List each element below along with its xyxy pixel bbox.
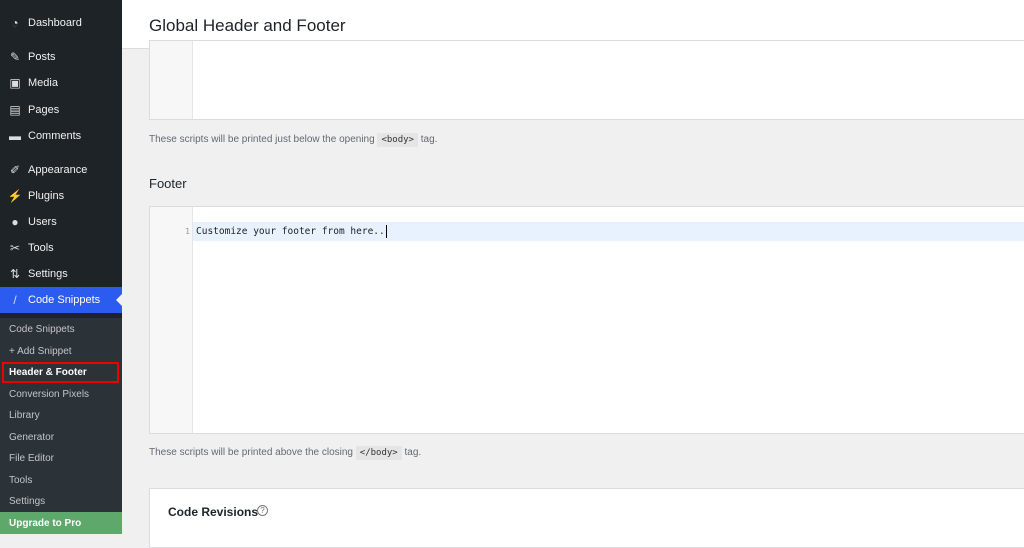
pin-icon: ✎ (9, 50, 21, 64)
sidebar-item-posts[interactable]: ✎ Posts (0, 44, 122, 70)
media-icon: ▣ (9, 76, 21, 90)
sidebar-item-label: Dashboard (28, 17, 82, 29)
body-scripts-note: These scripts will be printed just below… (149, 133, 438, 147)
sidebar-item-label: Tools (28, 242, 54, 254)
footer-heading: Footer (149, 176, 187, 191)
page-title: Global Header and Footer (149, 16, 346, 35)
submenu-item-settings[interactable]: Settings (0, 491, 122, 512)
submenu-item-tools[interactable]: Tools (0, 470, 122, 491)
sidebar-item-appearance[interactable]: ✐ Appearance (0, 157, 122, 183)
sidebar-item-code-snippets[interactable]: / Code Snippets (0, 287, 122, 313)
help-icon[interactable]: ? (257, 505, 268, 516)
sidebar-item-tools[interactable]: ✂ Tools (0, 235, 122, 261)
sidebar-item-label: Media (28, 77, 58, 89)
admin-sidebar: ◔ Dashboard ✎ Posts ▣ Media ▤ Pages ▬ Comments ✐ Ap… (0, 0, 122, 534)
submenu-item-conversion-pixels[interactable]: Conversion Pixels (0, 384, 122, 405)
user-icon: ● (11, 215, 19, 229)
sidebar-item-media[interactable]: ▣ Media (0, 70, 122, 96)
wrench-icon: ✂ (9, 241, 21, 255)
submenu-item-file-editor[interactable]: File Editor (0, 448, 122, 469)
sidebar-item-label: Users (28, 216, 57, 228)
body-scripts-editor[interactable] (149, 40, 1024, 120)
sidebar-item-label: Appearance (28, 164, 88, 176)
line-gutter (150, 41, 193, 119)
sidebar-item-label: Posts (28, 51, 56, 63)
code-revisions-title: Code Revisions (168, 505, 259, 519)
submenu-item-header-footer[interactable]: Header & Footer (2, 362, 119, 383)
sidebar-item-users[interactable]: ● Users (0, 209, 122, 235)
text-cursor (385, 225, 387, 238)
submenu-item-generator[interactable]: Generator (0, 427, 122, 448)
sidebar-item-settings[interactable]: ⇅ Settings (0, 261, 122, 287)
submenu-item-code-snippets[interactable]: Code Snippets (0, 319, 122, 340)
sidebar-item-plugins[interactable]: ⚡ Plugins (0, 183, 122, 209)
code-snippets-icon: / (13, 293, 17, 307)
sidebar-item-label: Plugins (28, 190, 65, 202)
sidebar-item-label: Comments (28, 130, 82, 142)
sidebar-item-comments[interactable]: ▬ Comments (0, 123, 122, 149)
footer-scripts-editor[interactable]: 1 Customize your footer from here.. (149, 206, 1024, 434)
sidebar-item-dashboard[interactable]: ◔ Dashboard (0, 10, 122, 36)
sidebar-item-label: Code Snippets (28, 294, 101, 306)
sidebar-item-label: Pages (28, 104, 60, 116)
dashboard-icon: ◔ (11, 16, 19, 30)
sidebar-item-pages[interactable]: ▤ Pages (0, 97, 122, 123)
footer-scripts-note: These scripts will be printed above the … (149, 446, 422, 460)
comment-icon: ▬ (9, 129, 21, 143)
pages-icon: ▤ (9, 103, 21, 117)
settings-icon: ⇅ (9, 267, 21, 281)
code-line[interactable]: Customize your footer from here.. (193, 222, 1024, 241)
sidebar-item-label: Settings (28, 268, 68, 280)
plugin-icon: ⚡ (7, 189, 23, 203)
code-revisions-panel: Code Revisions? (149, 488, 1024, 548)
submenu-item-library[interactable]: Library (0, 405, 122, 426)
brush-icon: ✐ (9, 163, 21, 177)
submenu-item-add-snippet[interactable]: + Add Snippet (0, 341, 122, 362)
submenu-item-upgrade-to-pro[interactable]: Upgrade to Pro (0, 512, 122, 534)
line-number: 1 (185, 227, 190, 236)
